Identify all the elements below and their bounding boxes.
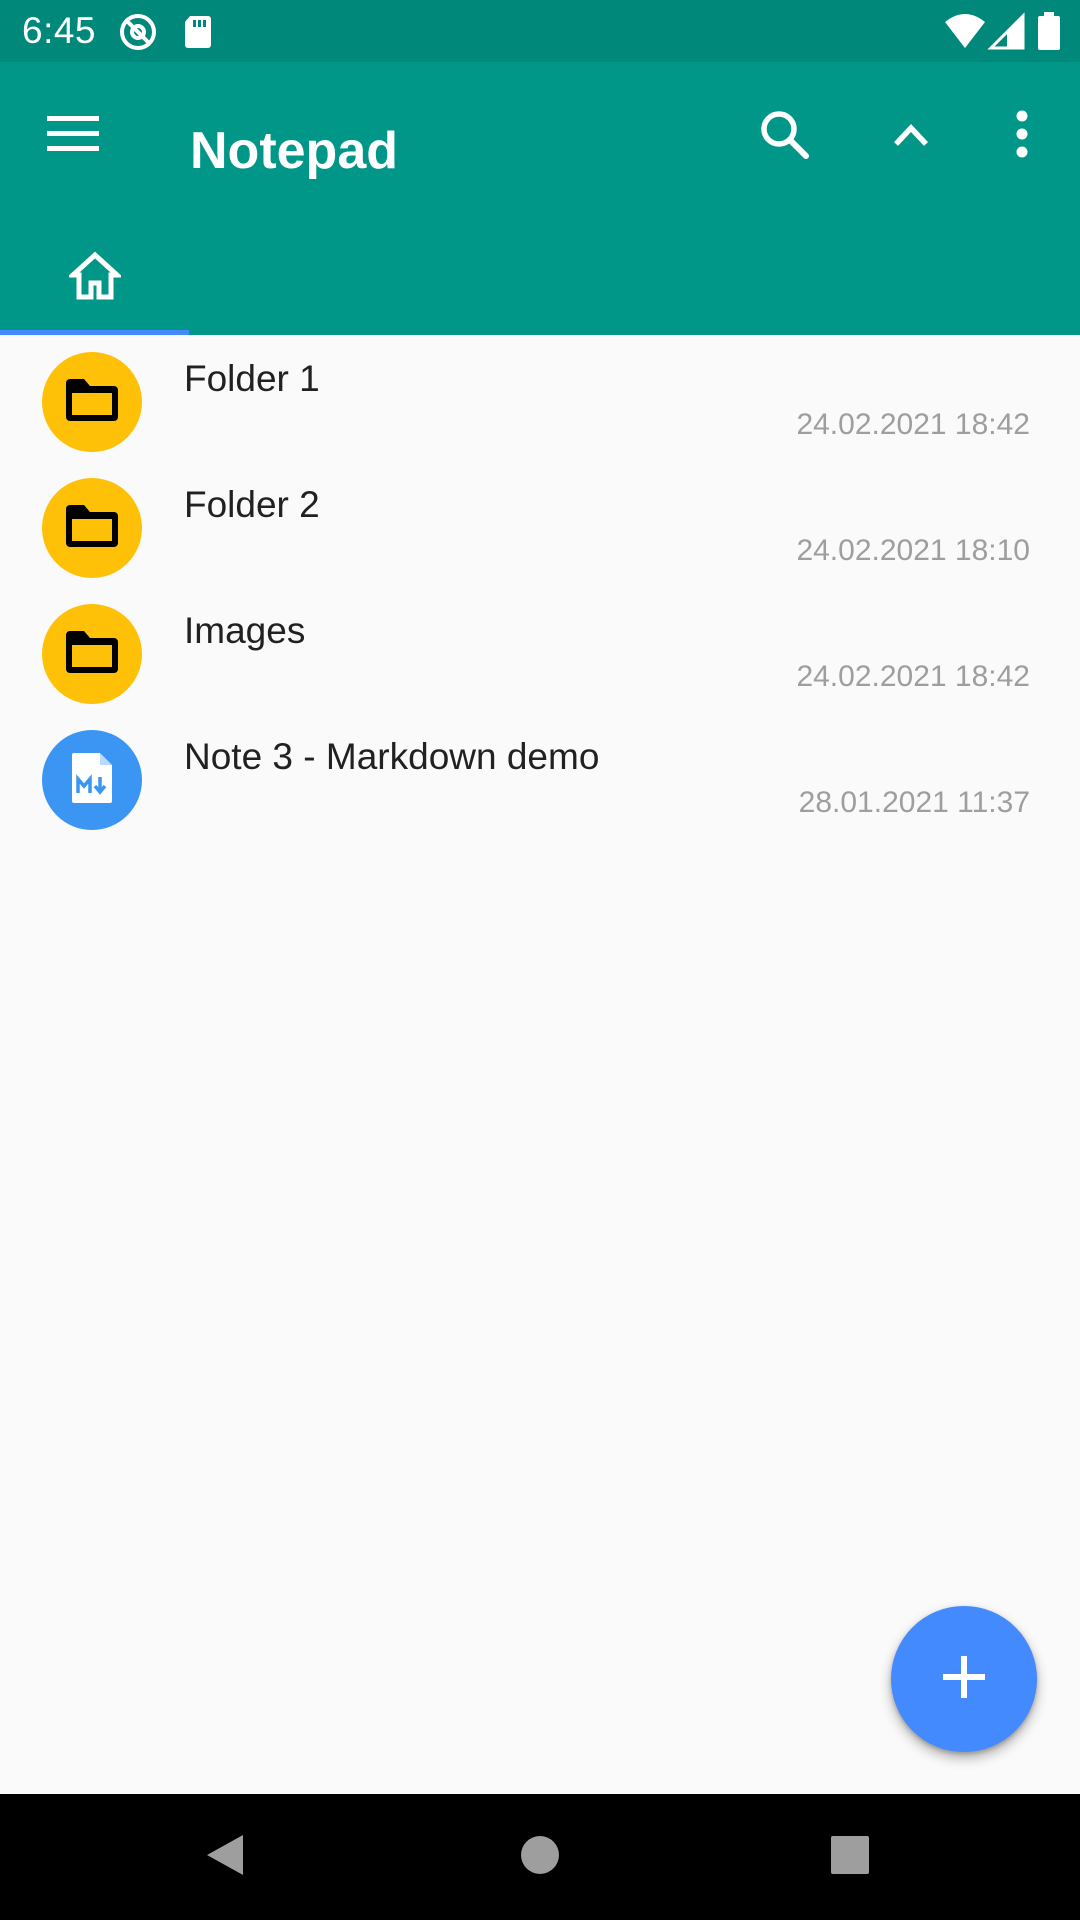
- recents-icon: [830, 1835, 870, 1880]
- folder-icon: [64, 629, 120, 680]
- markdown-file-icon: [70, 751, 114, 810]
- folder-avatar: [42, 604, 142, 704]
- item-date: 24.02.2021 18:42: [796, 408, 1030, 441]
- list-item-folder-1[interactable]: Folder 1 24.02.2021 18:42: [0, 335, 1080, 461]
- back-button[interactable]: [185, 1817, 265, 1897]
- plus-icon: [943, 1655, 985, 1703]
- back-icon: [203, 1831, 247, 1884]
- add-button[interactable]: [891, 1606, 1037, 1752]
- menu-icon: [47, 114, 99, 159]
- home-circle-icon: [519, 1834, 561, 1881]
- item-name: Folder 1: [184, 358, 320, 399]
- status-bar: 6:45: [0, 0, 1080, 62]
- sd-card-icon: [178, 12, 218, 52]
- navigation-bar: [0, 1794, 1080, 1920]
- item-name: Note 3 - Markdown demo: [184, 736, 600, 777]
- cell-signal-icon: [987, 12, 1027, 52]
- more-vert-icon: [1014, 110, 1030, 163]
- item-date: 24.02.2021 18:10: [796, 534, 1030, 567]
- item-date: 28.01.2021 11:37: [798, 786, 1030, 819]
- item-name: Images: [184, 610, 306, 651]
- at-sign-icon: [118, 12, 158, 52]
- item-date: 24.02.2021 18:42: [796, 660, 1030, 693]
- folder-icon: [64, 377, 120, 428]
- overflow-menu-button[interactable]: [974, 88, 1070, 184]
- app-bar: Notepad: [0, 62, 1080, 335]
- app-title: Notepad: [190, 122, 398, 180]
- search-button[interactable]: [736, 88, 832, 184]
- list-item-note-3[interactable]: Note 3 - Markdown demo 28.01.2021 11:37: [0, 713, 1080, 839]
- recents-button[interactable]: [810, 1817, 890, 1897]
- search-icon: [758, 108, 810, 165]
- list-item-images[interactable]: Images 24.02.2021 18:42: [0, 587, 1080, 713]
- chevron-up-icon: [891, 120, 931, 153]
- folder-avatar: [42, 352, 142, 452]
- item-name: Folder 2: [184, 484, 320, 525]
- wifi-icon: [943, 12, 987, 52]
- folder-icon: [64, 503, 120, 554]
- home-button[interactable]: [500, 1817, 580, 1897]
- list-item-folder-2[interactable]: Folder 2 24.02.2021 18:10: [0, 461, 1080, 587]
- collapse-button[interactable]: [863, 88, 959, 184]
- home-icon: [66, 251, 123, 306]
- folder-avatar: [42, 478, 142, 578]
- battery-icon: [1036, 12, 1062, 52]
- note-avatar: [42, 730, 142, 830]
- status-time: 6:45: [22, 10, 97, 51]
- menu-button[interactable]: [25, 88, 121, 184]
- file-list: Folder 1 24.02.2021 18:42 Folder 2 24.02…: [0, 335, 1080, 839]
- tab-home[interactable]: [0, 222, 189, 335]
